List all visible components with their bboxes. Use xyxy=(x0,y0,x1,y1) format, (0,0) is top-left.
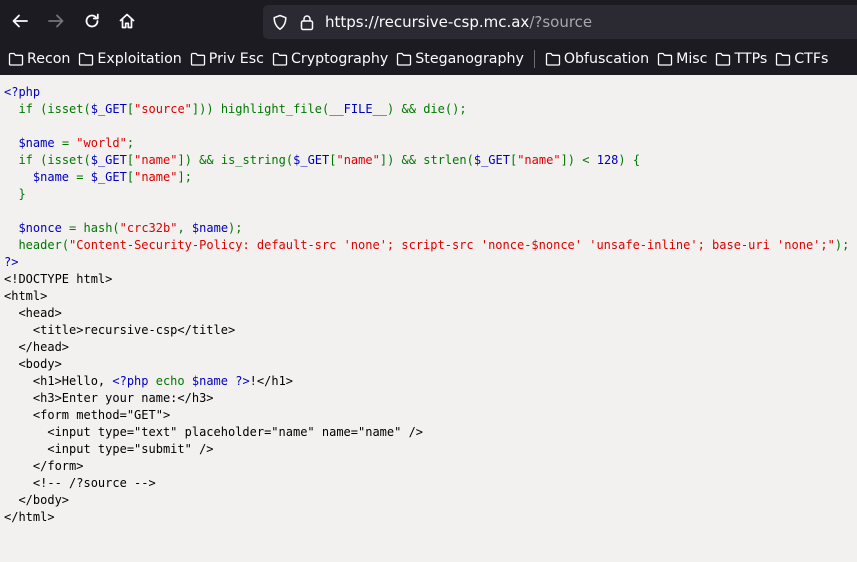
folder-icon xyxy=(545,52,561,66)
source-line: </head> xyxy=(4,340,70,354)
forward-button[interactable] xyxy=(45,10,67,32)
address-bar[interactable]: https://recursive-csp.mc.ax/?source xyxy=(263,5,857,39)
bookmark-label: Misc xyxy=(676,51,708,67)
home-button[interactable] xyxy=(116,10,138,32)
home-icon xyxy=(119,13,135,29)
bookmark-folder-ctfs[interactable]: CTFs xyxy=(775,51,828,67)
bookmark-folder-recon[interactable]: Recon xyxy=(8,51,70,67)
source-line: if (isset($_GET["name"]) && is_string($_… xyxy=(18,153,641,167)
bookmark-label: Priv Esc xyxy=(208,51,264,67)
source-line: if (isset($_GET["source"])) highlight_fi… xyxy=(18,102,467,116)
source-line: <input type="text" placeholder="name" na… xyxy=(4,425,424,439)
source-line: <?php xyxy=(4,85,41,99)
bookmark-folder-exploitation[interactable]: Exploitation xyxy=(78,51,182,67)
source-line: </html> xyxy=(4,510,55,524)
source-line: $name = $_GET["name"]; xyxy=(32,170,192,184)
bookmark-label: TTPs xyxy=(734,51,768,67)
source-line: <!-- /?source --> xyxy=(4,476,156,490)
reload-icon xyxy=(85,13,99,28)
bookmark-label: Cryptography xyxy=(290,51,389,67)
highlighted-source-code: <?php if (isset($_GET["source"])) highli… xyxy=(4,84,849,526)
folder-icon xyxy=(79,52,94,66)
bookmark-folder-priv-esc[interactable]: Priv Esc xyxy=(190,51,264,67)
bookmark-label: Exploitation xyxy=(97,51,182,67)
source-line: header("Content-Security-Policy: default… xyxy=(18,238,850,252)
bookmark-folder-cryptography[interactable]: Cryptography xyxy=(272,51,388,67)
source-line: ?> xyxy=(4,255,19,269)
source-line: <!DOCTYPE html> xyxy=(4,272,113,286)
bookmark-folder-steganography[interactable]: Steganography xyxy=(396,51,524,67)
bookmark-label: CTFs xyxy=(794,51,829,67)
bookmark-folder-misc[interactable]: Misc xyxy=(657,51,707,67)
source-line: } xyxy=(18,187,26,201)
source-line: <form method="GET"> xyxy=(4,408,171,422)
source-line: <h1>Hello, <?php echo $name ?>!</h1> xyxy=(4,374,294,388)
source-line: <h3>Enter your name:</h3> xyxy=(4,391,214,405)
forward-arrow-icon xyxy=(48,14,64,28)
bookmark-label: Obfuscation xyxy=(563,51,650,67)
source-line: <title>recursive-csp</title> xyxy=(4,323,236,337)
back-button[interactable] xyxy=(9,10,31,32)
bookmark-folder-ttps[interactable]: TTPs xyxy=(715,51,767,67)
folder-icon xyxy=(272,52,288,66)
folder-icon xyxy=(397,52,412,66)
folder-icon xyxy=(716,52,731,66)
folder-icon xyxy=(190,52,205,66)
url-host: https://recursive-csp.mc.ax xyxy=(325,13,530,31)
source-line: <html> xyxy=(4,289,48,303)
lock-icon[interactable] xyxy=(300,14,314,35)
folder-icon xyxy=(776,52,791,66)
folder-icon xyxy=(657,52,673,66)
source-line: <input type="submit" /> xyxy=(4,442,214,456)
source-line: </body> xyxy=(4,493,70,507)
navigation-toolbar: https://recursive-csp.mc.ax/?source xyxy=(0,0,857,44)
back-arrow-icon xyxy=(12,14,28,28)
source-line: </form> xyxy=(4,459,84,473)
source-line: <body> xyxy=(4,357,62,371)
page-content: <?php if (isset($_GET["source"])) highli… xyxy=(0,75,857,562)
url-path: /?source xyxy=(529,13,593,31)
bookmark-label: Recon xyxy=(27,51,71,67)
bookmarks-toolbar: Recon Exploitation Priv Esc Cryptography… xyxy=(0,44,857,74)
browser-chrome: https://recursive-csp.mc.ax/?source Reco… xyxy=(0,0,857,75)
source-line: $name = "world"; xyxy=(18,136,135,150)
reload-button[interactable] xyxy=(81,10,103,32)
bookmark-folder-obfuscation[interactable]: Obfuscation xyxy=(545,51,649,67)
url-text[interactable]: https://recursive-csp.mc.ax/?source xyxy=(325,13,592,31)
folder-icon xyxy=(8,52,24,66)
bookmark-separator xyxy=(533,50,535,68)
source-line: <head> xyxy=(4,306,62,320)
tracking-protection-shield-icon[interactable] xyxy=(272,14,288,35)
source-line: $nonce = hash("crc32b", $name); xyxy=(18,221,243,235)
bookmark-label: Steganography xyxy=(415,51,524,67)
